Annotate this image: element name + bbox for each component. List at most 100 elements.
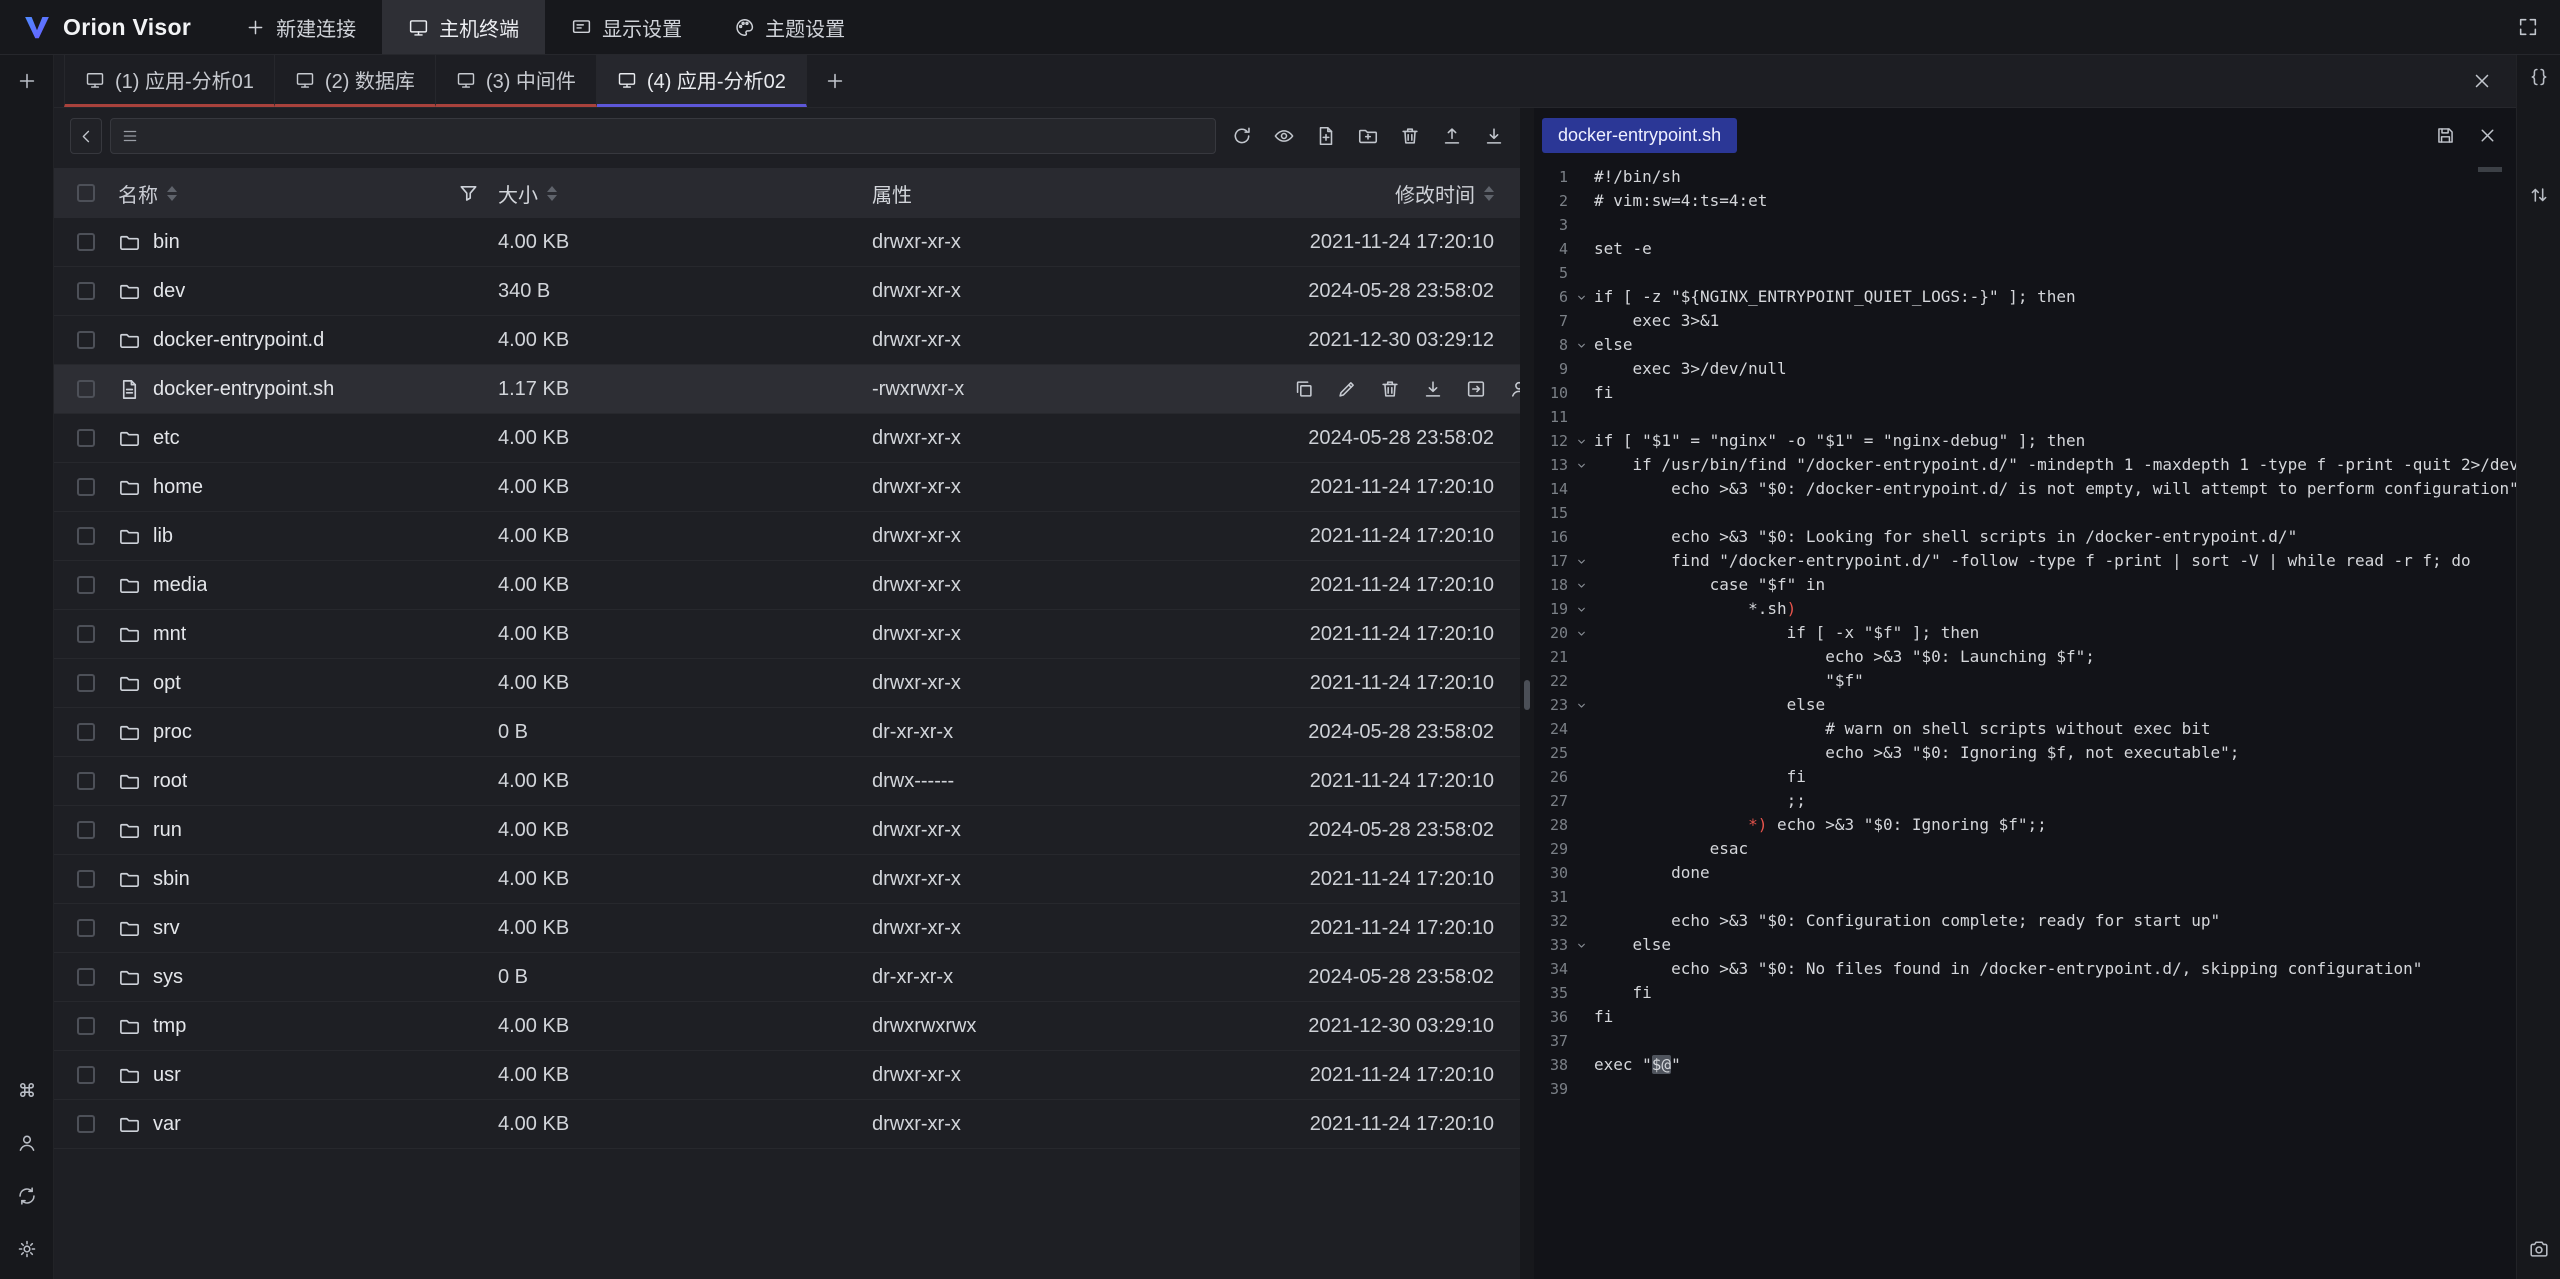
line-number[interactable]: 39 bbox=[1534, 1077, 1568, 1101]
line-number[interactable]: 23 bbox=[1534, 693, 1568, 717]
line-number[interactable]: 17 bbox=[1534, 549, 1568, 573]
menu-item-2[interactable]: 主机终端 bbox=[382, 0, 545, 54]
eye-button[interactable] bbox=[1266, 118, 1302, 154]
file-name[interactable]: docker-entrypoint.d bbox=[153, 329, 324, 352]
file-name[interactable]: etc bbox=[153, 427, 180, 450]
fold-chevron[interactable] bbox=[1568, 458, 1594, 473]
file-name[interactable]: mnt bbox=[153, 623, 186, 646]
line-number[interactable]: 20 bbox=[1534, 621, 1568, 645]
file-row-proc[interactable]: proc0 Bdr-xr-xr-x2024-05-28 23:58:02 bbox=[54, 708, 1520, 757]
brand[interactable]: Orion Visor bbox=[0, 0, 219, 54]
line-number[interactable]: 27 bbox=[1534, 789, 1568, 813]
file-name[interactable]: usr bbox=[153, 1064, 181, 1087]
new-connection-button[interactable] bbox=[7, 61, 47, 101]
folder-plus-button[interactable] bbox=[1350, 118, 1386, 154]
code-editor[interactable]: 1#!/bin/sh2# vim:sw=4:ts=4:et34set -e56i… bbox=[1534, 163, 2516, 1279]
file-name[interactable]: bin bbox=[153, 231, 180, 254]
user-button[interactable] bbox=[7, 1123, 47, 1163]
fold-chevron[interactable] bbox=[1568, 698, 1594, 713]
fold-chevron[interactable] bbox=[1568, 338, 1594, 353]
column-header-mtime[interactable]: 修改时间 bbox=[1395, 179, 1475, 208]
file-row-sbin[interactable]: sbin4.00 KBdrwxr-xr-x2021-11-24 17:20:10 bbox=[54, 855, 1520, 904]
line-number[interactable]: 30 bbox=[1534, 861, 1568, 885]
sync-button[interactable] bbox=[7, 1176, 47, 1216]
fold-chevron[interactable] bbox=[1568, 290, 1594, 305]
row-checkbox[interactable] bbox=[77, 1115, 95, 1133]
line-number[interactable]: 29 bbox=[1534, 837, 1568, 861]
file-name[interactable]: root bbox=[153, 770, 187, 793]
file-plus-button[interactable] bbox=[1308, 118, 1344, 154]
line-number[interactable]: 21 bbox=[1534, 645, 1568, 669]
row-checkbox[interactable] bbox=[77, 1017, 95, 1035]
file-name[interactable]: sys bbox=[153, 966, 183, 989]
line-number[interactable]: 33 bbox=[1534, 933, 1568, 957]
row-checkbox[interactable] bbox=[77, 870, 95, 888]
line-number[interactable]: 34 bbox=[1534, 957, 1568, 981]
refresh-button[interactable] bbox=[1224, 118, 1260, 154]
line-number[interactable]: 13 bbox=[1534, 453, 1568, 477]
command-button[interactable] bbox=[7, 1070, 47, 1110]
line-number[interactable]: 16 bbox=[1534, 525, 1568, 549]
line-number[interactable]: 31 bbox=[1534, 885, 1568, 909]
swap-button[interactable] bbox=[2519, 175, 2559, 215]
sort-size-icon[interactable] bbox=[547, 186, 557, 201]
row-checkbox[interactable] bbox=[77, 429, 95, 447]
row-checkbox[interactable] bbox=[77, 282, 95, 300]
row-checkbox[interactable] bbox=[77, 527, 95, 545]
terminal-tab-1[interactable]: (1) 应用-分析01 bbox=[64, 55, 275, 107]
line-number[interactable]: 7 bbox=[1534, 309, 1568, 333]
row-checkbox[interactable] bbox=[77, 772, 95, 790]
filter-icon[interactable] bbox=[457, 182, 480, 205]
file-name[interactable]: home bbox=[153, 476, 203, 499]
gear-button[interactable] bbox=[7, 1229, 47, 1269]
row-checkbox[interactable] bbox=[77, 233, 95, 251]
terminal-tab-2[interactable]: (2) 数据库 bbox=[275, 55, 436, 107]
file-name[interactable]: docker-entrypoint.sh bbox=[153, 378, 334, 401]
move-action-button[interactable] bbox=[1464, 377, 1488, 401]
row-checkbox[interactable] bbox=[77, 1066, 95, 1084]
line-number[interactable]: 8 bbox=[1534, 333, 1568, 357]
line-number[interactable]: 5 bbox=[1534, 261, 1568, 285]
file-row-dev[interactable]: dev340 Bdrwxr-xr-x2024-05-28 23:58:02 bbox=[54, 267, 1520, 316]
line-number[interactable]: 37 bbox=[1534, 1029, 1568, 1053]
line-number[interactable]: 1 bbox=[1534, 165, 1568, 189]
copy-action-button[interactable] bbox=[1292, 377, 1316, 401]
row-checkbox[interactable] bbox=[77, 331, 95, 349]
file-row-run[interactable]: run4.00 KBdrwxr-xr-x2024-05-28 23:58:02 bbox=[54, 806, 1520, 855]
line-number[interactable]: 38 bbox=[1534, 1053, 1568, 1077]
file-name[interactable]: media bbox=[153, 574, 207, 597]
line-number[interactable]: 19 bbox=[1534, 597, 1568, 621]
row-checkbox[interactable] bbox=[77, 919, 95, 937]
editor-file-tab[interactable]: docker-entrypoint.sh bbox=[1542, 118, 1737, 153]
fold-chevron[interactable] bbox=[1568, 578, 1594, 593]
select-all-checkbox[interactable] bbox=[77, 184, 95, 202]
file-row-tmp[interactable]: tmp4.00 KBdrwxrwxrwx2021-12-30 03:29:10 bbox=[54, 1002, 1520, 1051]
file-row-etc[interactable]: etc4.00 KBdrwxr-xr-x2024-05-28 23:58:02 bbox=[54, 414, 1520, 463]
file-row-var[interactable]: var4.00 KBdrwxr-xr-x2021-11-24 17:20:10 bbox=[54, 1100, 1520, 1149]
path-input[interactable] bbox=[148, 125, 1205, 147]
sort-name-icon[interactable] bbox=[167, 186, 177, 201]
fold-chevron[interactable] bbox=[1568, 938, 1594, 953]
menu-item-4[interactable]: 主题设置 bbox=[708, 0, 871, 54]
terminal-tab-3[interactable]: (3) 中间件 bbox=[436, 55, 597, 107]
fold-chevron[interactable] bbox=[1568, 626, 1594, 641]
braces-button[interactable] bbox=[2519, 57, 2559, 97]
file-name[interactable]: proc bbox=[153, 721, 192, 744]
column-header-size[interactable]: 大小 bbox=[498, 179, 538, 208]
file-row-docker-entrypoint.d[interactable]: docker-entrypoint.d4.00 KBdrwxr-xr-x2021… bbox=[54, 316, 1520, 365]
line-number[interactable]: 3 bbox=[1534, 213, 1568, 237]
line-number[interactable]: 24 bbox=[1534, 717, 1568, 741]
file-row-mnt[interactable]: mnt4.00 KBdrwxr-xr-x2021-11-24 17:20:10 bbox=[54, 610, 1520, 659]
line-number[interactable]: 14 bbox=[1534, 477, 1568, 501]
terminal-tab-4[interactable]: (4) 应用-分析02 bbox=[597, 55, 807, 107]
fold-chevron[interactable] bbox=[1568, 602, 1594, 617]
line-number[interactable]: 11 bbox=[1534, 405, 1568, 429]
line-number[interactable]: 2 bbox=[1534, 189, 1568, 213]
file-name[interactable]: tmp bbox=[153, 1015, 186, 1038]
file-row-root[interactable]: root4.00 KBdrwx------2021-11-24 17:20:10 bbox=[54, 757, 1520, 806]
file-name[interactable]: sbin bbox=[153, 868, 190, 891]
file-row-bin[interactable]: bin4.00 KBdrwxr-xr-x2021-11-24 17:20:10 bbox=[54, 218, 1520, 267]
row-checkbox[interactable] bbox=[77, 674, 95, 692]
row-checkbox[interactable] bbox=[77, 380, 95, 398]
close-editor-button[interactable] bbox=[2470, 119, 2504, 153]
